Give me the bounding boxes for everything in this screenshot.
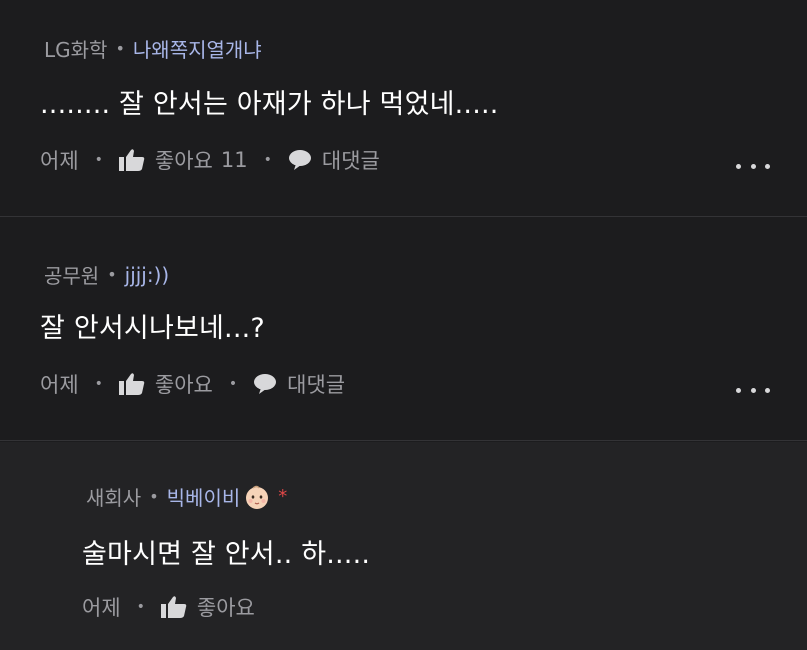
reply-button[interactable]: 대댓글 (288, 145, 380, 175)
comment-item: 공무원 • jjjj:)) 잘 안서시나보네...? 어제 • 좋아요 • 대댓… (0, 218, 807, 441)
more-options-button[interactable] (736, 161, 770, 171)
comment-time: 어제 (82, 596, 121, 620)
like-label: 좋아요 (154, 149, 213, 173)
nickname[interactable]: jjjj:)) (125, 263, 170, 287)
comment-item: LG화학 • 나왜쪽지열개냐 ........ 잘 안서는 아재가 하나 먹었네… (0, 0, 807, 217)
separator-dot: • (263, 152, 272, 168)
separator-dot: • (107, 265, 117, 284)
comment-author: 공무원 • jjjj:)) (44, 260, 169, 289)
reply-item: 새회사 • 빅베이비 * 술마시면 잘 안서.. 하..... 어제 • 좋아요 (0, 442, 807, 650)
company-name: 공무원 (44, 264, 100, 288)
comment-author: 새회사 • 빅베이비 * (86, 482, 287, 511)
separator-dot: • (136, 599, 145, 615)
like-count: 11 (220, 148, 248, 172)
company-name: LG화학 (44, 38, 108, 62)
speech-bubble-icon (288, 150, 311, 170)
like-label: 좋아요 (196, 596, 255, 620)
thumbs-up-icon (118, 149, 145, 171)
comment-actions: 어제 • 좋아요 11 • 대댓글 (40, 145, 380, 175)
reply-label: 대댓글 (287, 373, 346, 397)
like-button[interactable]: 좋아요 (118, 369, 213, 399)
thumbs-up-icon (118, 373, 145, 395)
comment-text: 술마시면 잘 안서.. 하..... (82, 539, 371, 570)
baby-face-emoji (246, 485, 269, 509)
comment-author: LG화학 • 나왜쪽지열개냐 (44, 34, 262, 63)
badge-asterisk: * (278, 486, 288, 507)
company-name: 새회사 (86, 486, 142, 510)
separator-dot: • (149, 487, 159, 506)
more-dot (765, 387, 770, 393)
speech-bubble-icon (254, 374, 277, 394)
separator-dot: • (228, 376, 238, 392)
more-dot (765, 163, 770, 169)
more-dot (750, 387, 756, 393)
thumbs-up-icon (160, 596, 187, 618)
more-dots-icon (736, 163, 741, 169)
like-button[interactable]: 좋아요 (160, 592, 255, 622)
nickname[interactable]: 나왜쪽지열개냐 (133, 34, 262, 63)
more-options-button[interactable] (736, 385, 770, 395)
comment-time: 어제 (40, 373, 79, 397)
separator-dot: • (94, 152, 103, 168)
comment-actions: 어제 • 좋아요 (82, 592, 255, 622)
reply-button[interactable]: 대댓글 (253, 369, 345, 399)
comment-text: 잘 안서시나보네...? (40, 313, 265, 344)
separator-dot: • (115, 39, 125, 58)
comment-text: ........ 잘 안서는 아재가 하나 먹었네..... (40, 89, 499, 120)
more-dots-icon (736, 387, 741, 393)
comment-time: 어제 (40, 149, 79, 173)
reply-label: 대댓글 (321, 149, 380, 173)
comment-actions: 어제 • 좋아요 • 대댓글 (40, 369, 345, 399)
like-label: 좋아요 (154, 373, 213, 397)
more-dot (750, 163, 756, 169)
like-button[interactable]: 좋아요 11 (118, 145, 248, 175)
nickname[interactable]: 빅베이비 (167, 482, 241, 511)
separator-dot: • (94, 376, 103, 392)
